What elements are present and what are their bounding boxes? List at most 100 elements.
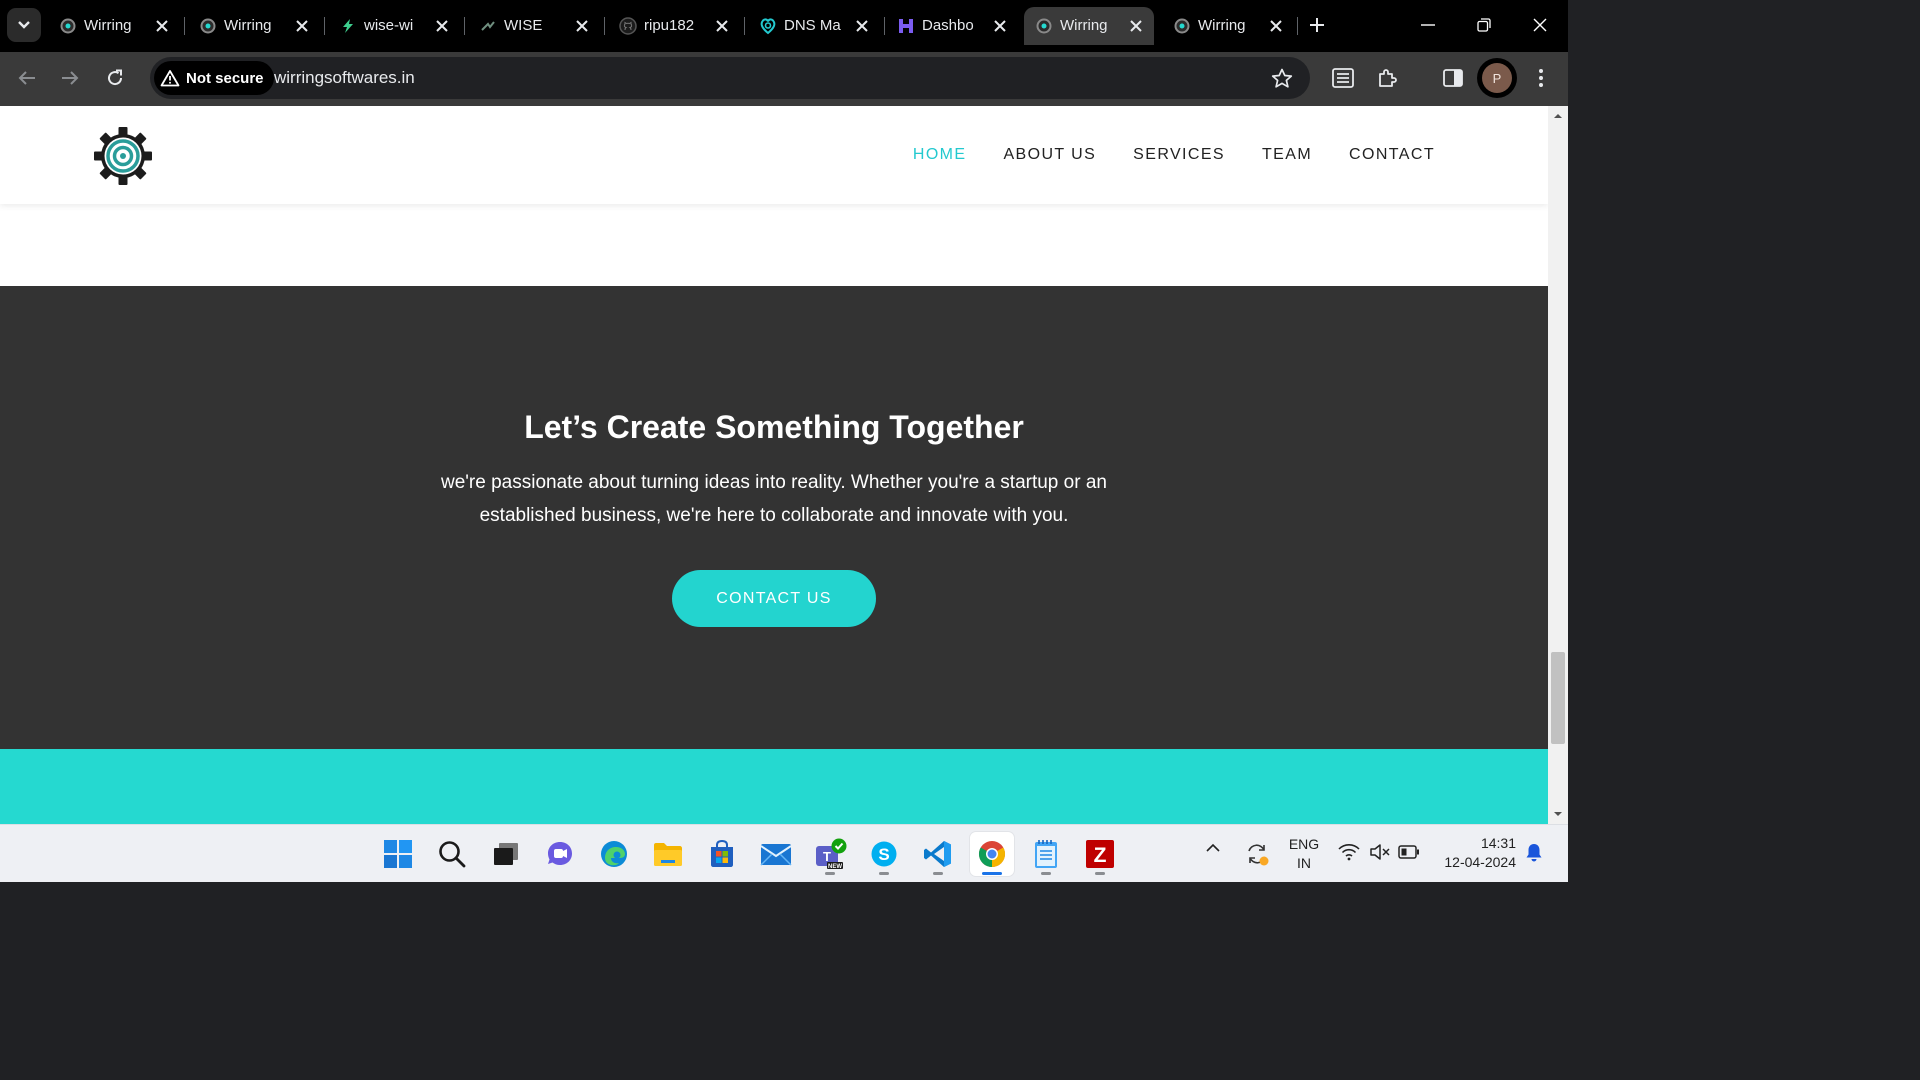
chevron-down-icon: [18, 21, 30, 29]
footer-band: [0, 749, 1548, 824]
close-tab-icon[interactable]: [1266, 16, 1286, 36]
chevron-up-icon[interactable]: [1205, 843, 1221, 853]
clock-date: 12-04-2024: [1444, 854, 1516, 870]
site-header: HOME ABOUT US SERVICES TEAM CONTACT: [0, 106, 1548, 204]
nav-services[interactable]: SERVICES: [1133, 146, 1225, 164]
bolt-favicon-icon: [338, 16, 358, 36]
puzzle-icon: [1379, 69, 1397, 87]
close-tab-icon[interactable]: [990, 16, 1010, 36]
edge-icon[interactable]: [592, 832, 636, 876]
address-bar[interactable]: Not secure wirringsoftwares.in: [150, 57, 1310, 99]
browser-menu-button[interactable]: [1523, 60, 1559, 96]
gear-favicon-icon: [198, 16, 218, 36]
battery-icon[interactable]: [1398, 845, 1420, 859]
browser-tab[interactable]: WISE: [468, 7, 600, 45]
profile-avatar[interactable]: P: [1482, 63, 1512, 93]
close-tab-icon[interactable]: [712, 16, 732, 36]
notepad-icon[interactable]: [1024, 832, 1068, 876]
reading-mode-button[interactable]: [1325, 60, 1361, 96]
security-chip[interactable]: Not secure: [154, 61, 274, 95]
tab-separator: [744, 17, 745, 35]
browser-tab[interactable]: Wirring: [188, 7, 320, 45]
close-tab-icon[interactable]: [432, 16, 452, 36]
forward-button[interactable]: [52, 60, 88, 96]
side-panel-button[interactable]: [1435, 60, 1471, 96]
running-indicator: [1041, 872, 1051, 875]
cta-heading: Let’s Create Something Together: [524, 409, 1024, 445]
gear-favicon-icon: [1034, 16, 1054, 36]
url-text[interactable]: wirringsoftwares.in: [274, 68, 415, 88]
close-tab-icon[interactable]: [852, 16, 872, 36]
tab-title: Wirring: [224, 17, 272, 34]
new-tab-button[interactable]: [1302, 10, 1332, 40]
chrome-icon[interactable]: [970, 832, 1014, 876]
mail-icon[interactable]: [754, 832, 798, 876]
bookmark-button[interactable]: [1268, 65, 1296, 91]
nav-team[interactable]: TEAM: [1262, 146, 1312, 164]
browser-tab[interactable]: ripu182: [608, 7, 740, 45]
close-tab-icon[interactable]: [572, 16, 592, 36]
skype-icon[interactable]: S: [862, 832, 906, 876]
close-tab-icon[interactable]: [292, 16, 312, 36]
extensions-button[interactable]: [1370, 60, 1406, 96]
reload-button[interactable]: [97, 60, 133, 96]
close-tab-icon[interactable]: [1126, 16, 1146, 36]
scrollbar-thumb[interactable]: [1551, 652, 1565, 744]
tab-title: ripu182: [644, 17, 695, 34]
nav-about-us[interactable]: ABOUT US: [1003, 146, 1096, 164]
browser-tab[interactable]: Wirring: [48, 7, 180, 45]
volume-muted-icon[interactable]: [1369, 843, 1391, 861]
close-icon: [1533, 18, 1547, 32]
tab-title: wise-wi: [364, 17, 414, 34]
back-button[interactable]: [9, 60, 45, 96]
tab-search-button[interactable]: [7, 8, 41, 42]
arrow-left-icon: [18, 71, 35, 85]
browser-tab-active[interactable]: Wirring: [1024, 7, 1154, 45]
browser-tab[interactable]: Wirring: [1162, 7, 1294, 45]
chat-icon[interactable]: [538, 832, 582, 876]
svg-text:T: T: [823, 849, 831, 864]
tab-title: Wirring: [84, 17, 132, 34]
page-scrollbar[interactable]: [1548, 106, 1568, 824]
system-clock[interactable]: 14:31 12-04-2024: [1430, 834, 1516, 872]
warning-icon: [160, 70, 180, 87]
notification-bell-icon[interactable]: [1525, 843, 1543, 863]
vscode-icon[interactable]: [916, 832, 960, 876]
windows-start-icon[interactable]: [376, 832, 420, 876]
site-logo-gear-icon[interactable]: [93, 126, 153, 186]
input-language[interactable]: ENG IN: [1285, 835, 1323, 873]
close-tab-icon[interactable]: [152, 16, 172, 36]
running-indicator: [879, 872, 889, 875]
nav-home[interactable]: HOME: [913, 146, 967, 164]
microsoft-store-icon[interactable]: [700, 832, 744, 876]
browser-tab[interactable]: Dashbo: [886, 7, 1018, 45]
more-vertical-icon: [1539, 69, 1543, 87]
windows-taskbar: T NEW S Z ENG IN 14:31 12-04-2024: [0, 824, 1568, 882]
tab-strip: Wirring Wirring wise-wi WISE ripu182 DNS…: [0, 0, 1568, 52]
sync-status-icon[interactable]: [1244, 841, 1270, 867]
github-favicon-icon: [618, 16, 638, 36]
close-window-button[interactable]: [1512, 0, 1568, 50]
contact-us-button[interactable]: CONTACT US: [672, 570, 876, 627]
browser-tab[interactable]: DNS Ma: [748, 7, 880, 45]
site-nav: HOME ABOUT US SERVICES TEAM CONTACT: [913, 146, 1435, 164]
minimize-button[interactable]: [1400, 0, 1456, 50]
scroll-down-arrow-icon[interactable]: [1552, 808, 1564, 820]
wifi-icon[interactable]: [1338, 843, 1360, 861]
teams-icon[interactable]: T NEW: [808, 832, 852, 876]
scroll-up-arrow-icon[interactable]: [1552, 110, 1564, 122]
task-view-icon[interactable]: [484, 832, 528, 876]
filezilla-icon[interactable]: Z: [1078, 832, 1122, 876]
browser-toolbar: Not secure wirringsoftwares.in: [0, 52, 1568, 106]
browser-tab[interactable]: wise-wi: [328, 7, 460, 45]
search-icon[interactable]: [430, 832, 474, 876]
tab-separator: [604, 17, 605, 35]
tab-separator: [464, 17, 465, 35]
gear-favicon-icon: [1172, 16, 1192, 36]
nav-contact[interactable]: CONTACT: [1349, 146, 1435, 164]
tab-title: DNS Ma: [784, 17, 841, 34]
restore-button[interactable]: [1456, 0, 1512, 50]
svg-text:NEW: NEW: [828, 864, 842, 870]
file-explorer-icon[interactable]: [646, 832, 690, 876]
running-indicator: [982, 872, 1002, 875]
